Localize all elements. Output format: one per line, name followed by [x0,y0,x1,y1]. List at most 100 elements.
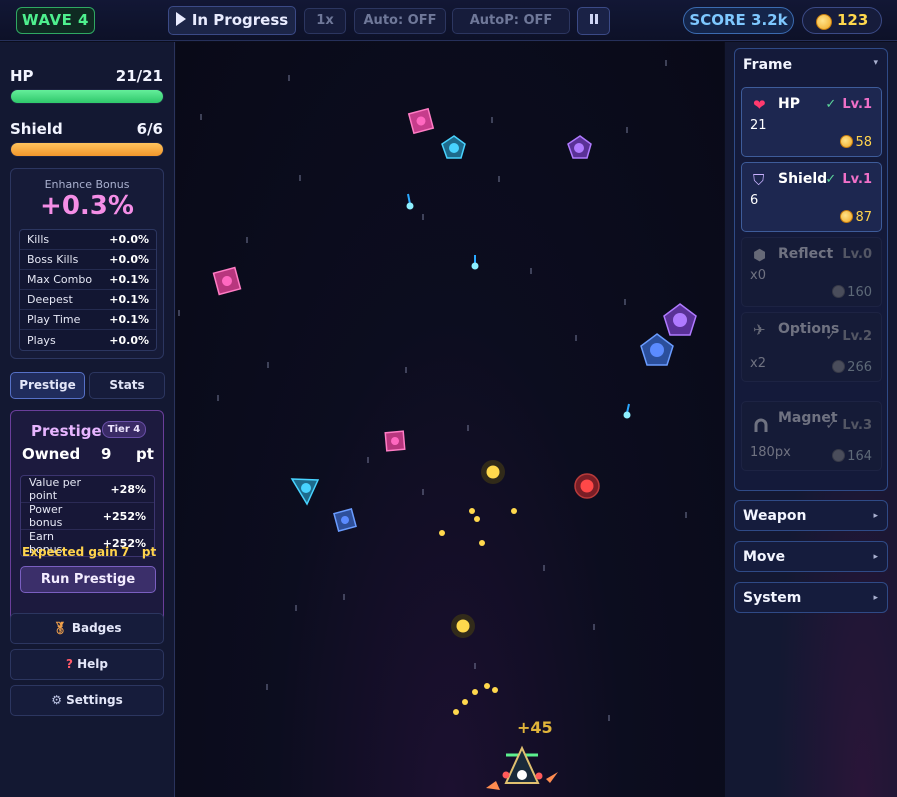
upgrade-cost-value: 164 [847,449,872,464]
upgrade-level-text: Lv.3 [842,418,872,433]
left-panel: HP 21/21 Shield 6/6 Enhance Bonus +0.3% … [0,42,175,797]
chevron-right-icon: ▸ [873,552,878,562]
upgrade-level-text: Lv.1 [842,97,872,112]
enhance-row-label: Plays [27,333,56,347]
enemy-pentagon-cyan [441,135,466,159]
coin-icon [832,285,846,298]
prestige-row: Value per point +28% [21,476,154,503]
coin-counter: 123 [802,7,882,34]
enemy-pentagon-purple [567,135,592,159]
coin-icon [832,360,846,373]
upgrade-name: Magnet [778,410,838,426]
enhance-row-label: Kills [20,230,101,250]
upgrade-card-hp[interactable]: ❤ HP ✓ Lv.1 21 58 [741,87,882,157]
section-title: Weapon [743,508,807,524]
section-move[interactable]: Move ▸ [734,541,888,572]
player-ship [486,745,558,790]
badges-button[interactable]: 🥉︎ Badges [10,613,164,644]
hp-label: HP [10,67,34,85]
enemy-square-pink [212,266,242,296]
top-bar: WAVE 4 In Progress 1x Auto: OFF AutoP: O… [0,0,897,41]
upgrade-card-reflect[interactable]: ⬢ Reflect Lv.0 x0 160 [741,237,882,307]
coin-icon [816,14,832,30]
prestige-row-label: Power bonus [21,503,95,530]
upgrade-name: Options [778,321,840,337]
chevron-right-icon: ▸ [873,511,878,521]
help-label: Help [77,657,109,671]
enhance-row-label: Max Combo [20,270,101,290]
upgrade-cost-value: 58 [855,135,872,150]
run-prestige-button[interactable]: Run Prestige [20,566,156,593]
upgrade-level-text: Lv.1 [842,172,872,187]
prestige-row-value: +252% [94,503,154,530]
section-weapon[interactable]: Weapon ▸ [734,500,888,531]
prestige-row: Power bonus +252% [21,503,154,530]
magnet-icon [753,418,769,438]
auto-toggle[interactable]: Auto: OFF [354,8,446,34]
medal-icon: 🥉︎ [52,621,68,635]
upgrade-card-options[interactable]: ✈ Options ✓ Lv.2 x2 266 [741,312,882,382]
upgrade-name: Shield [778,171,828,187]
expected-gain-number: 7 [121,545,130,559]
game-screen: WAVE 4 In Progress 1x Auto: OFF AutoP: O… [0,0,897,797]
upgrade-name: HP [778,96,800,112]
status-label: In Progress [191,11,289,29]
check-icon: ✓ [825,97,837,112]
upgrade-level: Lv.0 [842,247,872,262]
pause-button[interactable] [577,7,610,35]
tier-badge: Tier 4 [102,421,146,438]
upgrade-value: x0 [750,268,766,283]
enemy-triangle-cyan [290,478,320,506]
enhance-row-value: +0.0% [100,250,156,270]
shield-value: 6/6 [136,120,163,138]
star-field [178,60,687,721]
frame-title[interactable]: Frame [743,57,792,73]
check-icon: ✓ [825,172,837,187]
player-bullets [439,508,517,715]
owned-value: 9 [101,445,112,463]
upgrade-card-magnet[interactable]: Magnet ✓ Lv.3 180px 164 [741,401,882,471]
score-popup: +45 [517,718,553,737]
enhance-row-value: +0.1% [100,310,156,330]
upgrade-cost: 164 [832,449,872,464]
upgrade-cost: 266 [832,360,872,375]
enhance-table: Kills +0.0% Boss Kills +0.0% Max Combo +0.1… [19,229,157,351]
upgrade-value: 21 [750,118,767,133]
autop-toggle[interactable]: AutoP: OFF [452,8,570,34]
expected-gain-unit: pt [141,545,157,559]
enhance-row-label: Play Time [20,310,101,330]
chevron-down-icon[interactable]: ▾ [873,58,878,68]
upgrade-level: ✓ Lv.2 [825,329,872,344]
pause-icon [589,14,598,24]
prestige-title: Prestige [31,422,102,440]
enemy-bullets [406,193,631,419]
enhance-row: Plays +0.0% [20,330,156,350]
upgrade-value: 180px [750,445,791,460]
section-system[interactable]: System ▸ [734,582,888,613]
help-button[interactable]: ? Help [10,649,164,680]
coin-icon [840,135,854,148]
upgrade-cost: 87 [840,210,872,225]
upgrade-cost-value: 160 [847,285,872,300]
enhance-row-value: +0.0% [100,230,156,250]
enhance-value: +0.3% [40,191,134,221]
speed-button[interactable]: 1x [304,8,346,34]
right-panel: Frame ▾ ❤ HP ✓ Lv.1 21 58 ⛉ Shield ✓ Lv.1 … [725,42,897,797]
prestige-row-label: Value per point [21,476,95,503]
check-icon: ✓ [825,418,837,433]
tab-stats[interactable]: Stats [89,372,165,399]
enhance-row: Kills +0.0% [20,230,156,250]
enemies [212,107,697,532]
enhance-row-value: +0.0% [109,333,149,347]
tab-prestige[interactable]: Prestige [10,372,85,399]
enhance-row: Play Time +0.1% [20,310,156,330]
game-scene [178,60,697,790]
upgrade-level: ✓ Lv.1 [825,97,872,112]
settings-button[interactable]: ⚙ Settings [10,685,164,716]
upgrade-card-shield[interactable]: ⛉ Shield ✓ Lv.1 6 87 [741,162,882,232]
hp-bar [10,89,164,104]
upgrade-level: ✓ Lv.1 [825,172,872,187]
game-canvas[interactable]: +45 [176,42,724,797]
status-button[interactable]: In Progress [168,6,296,35]
enhance-row-label: Boss Kills [20,250,101,270]
